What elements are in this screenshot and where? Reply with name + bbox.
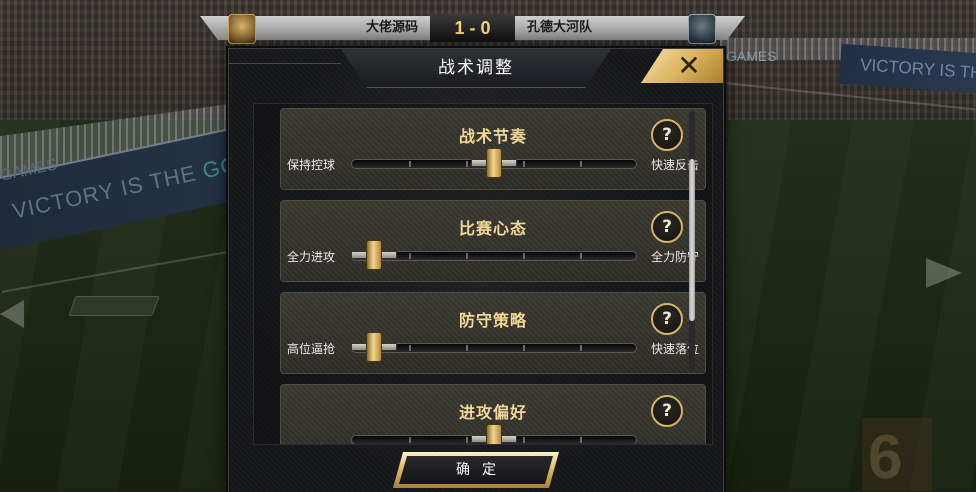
away-crest-icon (688, 14, 716, 44)
close-icon[interactable]: ✕ (669, 51, 709, 81)
slider-tick (409, 253, 411, 259)
tactic-card: 比赛心态 ? 全力进攻 全力防守 (280, 200, 706, 282)
tactics-list[interactable]: 战术节奏 ? 保持控球 快速反击 比赛心态 ? 全力进攻 全力防守 防守策略 ?… (253, 103, 713, 445)
player-marker (68, 296, 160, 316)
help-icon[interactable]: ? (651, 303, 683, 335)
help-icon[interactable]: ? (651, 211, 683, 243)
scrollbar-thumb[interactable] (689, 159, 695, 321)
slider-tick (466, 437, 468, 443)
home-crest-icon (228, 14, 256, 44)
tactic-card: 防守策略 ? 高位逼抢 快速落位 (280, 292, 706, 374)
slider-tick (466, 253, 468, 259)
scoreboard: 大佬源码 1 - 0 孔德大河队 (200, 14, 745, 44)
confirm-button-label[interactable]: 确定 (399, 456, 553, 484)
slider-tick (580, 161, 582, 167)
tactics-modal: 战术调整 ✕ 战术节奏 ? 保持控球 快速反击 比赛心态 ? 全力进攻 全力防守… (228, 48, 724, 492)
jersey-number-board: 6 (862, 418, 932, 491)
arrow-left-icon[interactable] (0, 300, 24, 328)
tactic-title: 战术节奏 (458, 127, 527, 146)
tactic-title: 进攻偏好 (458, 403, 527, 422)
slider-tick (523, 161, 525, 167)
slider-tick (409, 437, 411, 443)
help-icon[interactable]: ? (651, 119, 683, 151)
ad-games-right: GAMES (726, 48, 777, 64)
tactic-card: 战术节奏 ? 保持控球 快速反击 (280, 108, 706, 190)
score: 1 - 0 (430, 14, 515, 42)
modal-title: 战术调整 (438, 58, 514, 78)
help-icon[interactable]: ? (651, 395, 683, 427)
header-divider (229, 63, 341, 64)
tactic-left-label: 高位逼抢 (287, 342, 336, 356)
slider-tick (466, 161, 468, 167)
slider-tick (409, 345, 411, 351)
slider-thumb[interactable] (350, 332, 397, 362)
slider-tick (580, 253, 582, 259)
tactic-left-label: 边路 (301, 441, 325, 444)
slider-tick (523, 253, 525, 259)
tactic-left-label: 保持控球 (287, 158, 336, 172)
slider-tick (409, 161, 411, 167)
slider-tick (523, 345, 525, 351)
slider-tick (580, 345, 582, 351)
slider-tick (580, 437, 582, 443)
arrow-right-icon[interactable] (926, 258, 962, 288)
tactic-title: 防守策略 (458, 311, 527, 330)
slider-tick (523, 437, 525, 443)
slider-thumb[interactable] (471, 148, 517, 178)
tactic-left-label: 全力进攻 (287, 250, 336, 264)
slider-thumb[interactable] (471, 424, 517, 444)
slider-thumb[interactable] (350, 240, 397, 270)
slider-tick (466, 345, 468, 351)
tactic-right-label: 中路 (661, 441, 685, 444)
tactic-title: 比赛心态 (458, 219, 527, 238)
tactic-card: 进攻偏好 ? 边路 中路 (280, 384, 706, 444)
